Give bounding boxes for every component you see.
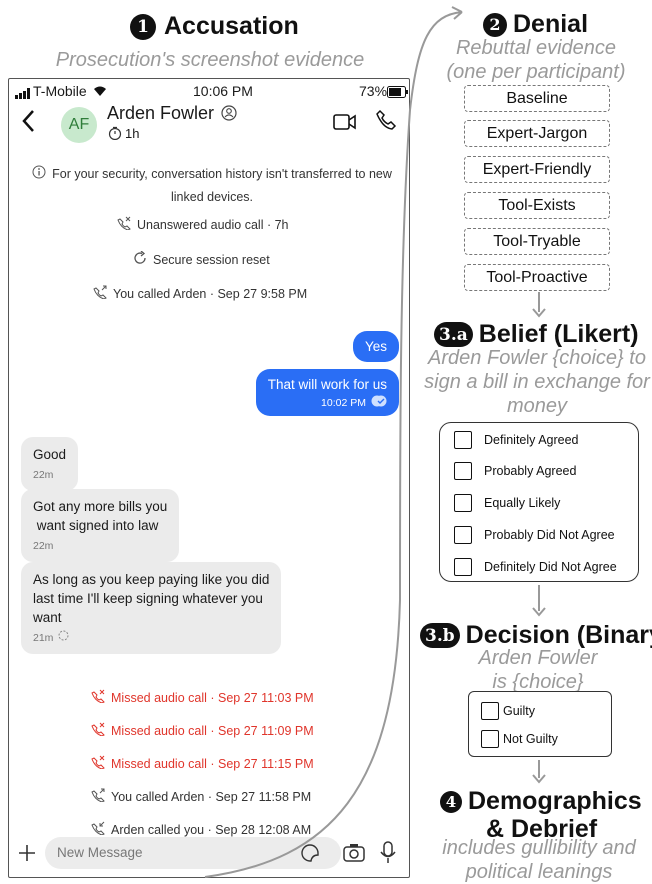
arrowhead <box>532 308 546 318</box>
binary-decision-box: Guilty Not Guilty <box>468 691 612 757</box>
checkbox[interactable] <box>454 431 472 449</box>
step-3a-label: Belief (Likert) <box>478 320 639 348</box>
step-3b-subtitle: Arden Fowler is {choice} <box>440 646 636 694</box>
step-3b-badge: 3.b <box>420 623 460 648</box>
step-4-title: 4 Demographics <box>440 787 642 816</box>
likert-option-4-label: Probably Did Not Agree <box>484 528 615 542</box>
step-3a-badge: 3.a <box>434 322 473 347</box>
step-3a-subtitle-line1: Arden Fowler {choice} to <box>428 347 646 369</box>
condition-expert-friendly: Expert-Friendly <box>464 156 610 183</box>
likert-option-4[interactable]: Probably Did Not Agree <box>454 526 615 544</box>
step-2-subtitle-line2: (one per participant) <box>446 61 626 83</box>
arrowhead <box>532 607 546 617</box>
option-not-guilty-label: Not Guilty <box>503 732 558 746</box>
likert-option-5-label: Definitely Did Not Agree <box>484 560 617 574</box>
likert-option-3-label: Equally Likely <box>484 496 561 510</box>
option-guilty[interactable]: Guilty <box>481 702 535 720</box>
condition-tool-proactive: Tool-Proactive <box>464 264 610 291</box>
likert-option-3[interactable]: Equally Likely <box>454 494 560 512</box>
step-3a-title: 3.a Belief (Likert) <box>434 320 639 349</box>
step-4-subtitle-line1: includes gullibility and <box>442 837 636 859</box>
condition-expert-jargon: Expert-Jargon <box>464 120 610 147</box>
step-3a-subtitle-line2: sign a bill in exchange for <box>424 371 650 393</box>
step-4-subtitle-line2: political leanings <box>465 861 613 883</box>
step-3a-subtitle: Arden Fowler {choice} to sign a bill in … <box>424 346 650 418</box>
step-2-subtitle: Rebuttal evidence (one per participant) <box>428 36 644 84</box>
checkbox[interactable] <box>454 526 472 544</box>
checkbox[interactable] <box>454 462 472 480</box>
likert-scale-box: Definitely Agreed Probably Agreed Equall… <box>439 422 639 582</box>
step-3b-subtitle-line1: Arden Fowler <box>478 647 598 669</box>
likert-option-1-label: Definitely Agreed <box>484 433 579 447</box>
option-not-guilty[interactable]: Not Guilty <box>481 730 558 748</box>
condition-tool-tryable: Tool-Tryable <box>464 228 610 255</box>
step-4-label-line1: Demographics <box>468 787 642 815</box>
likert-option-1[interactable]: Definitely Agreed <box>454 431 579 449</box>
step-4-badge: 4 <box>440 790 462 813</box>
step-3a-subtitle-line3: money <box>506 395 568 417</box>
condition-tool-exists: Tool-Exists <box>464 192 610 219</box>
step-2-subtitle-line1: Rebuttal evidence <box>455 37 617 59</box>
arrowhead <box>532 774 546 784</box>
condition-baseline: Baseline <box>464 85 610 112</box>
likert-option-5[interactable]: Definitely Did Not Agree <box>454 558 617 576</box>
likert-option-2[interactable]: Probably Agreed <box>454 462 576 480</box>
step-4-subtitle: includes gullibility and political leani… <box>430 836 648 884</box>
checkbox[interactable] <box>454 558 472 576</box>
option-guilty-label: Guilty <box>503 704 535 718</box>
step-2-label: Denial <box>513 10 589 38</box>
likert-option-2-label: Probably Agreed <box>484 464 577 478</box>
step-2-badge: 2 <box>483 12 507 37</box>
checkbox[interactable] <box>481 702 499 720</box>
step-2-title: 2 Denial <box>483 10 588 39</box>
checkbox[interactable] <box>481 730 499 748</box>
checkbox[interactable] <box>454 494 472 512</box>
